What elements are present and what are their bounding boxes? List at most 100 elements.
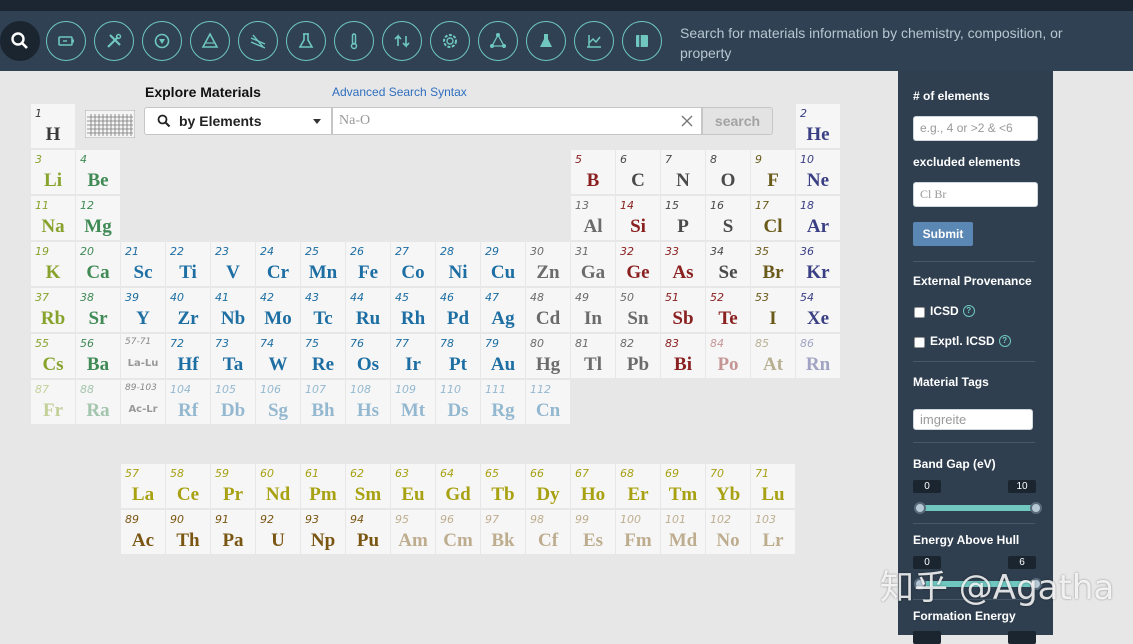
element-sc[interactable]: 21 Sc bbox=[121, 242, 165, 286]
tags-input[interactable]: imgreite bbox=[913, 409, 1033, 430]
element-bh[interactable]: 107 Bh bbox=[301, 380, 345, 424]
element-he[interactable]: 2 He bbox=[796, 104, 840, 148]
element-sr[interactable]: 38 Sr bbox=[76, 288, 120, 332]
element-fm[interactable]: 100 Fm bbox=[616, 510, 660, 554]
search-icon[interactable] bbox=[0, 21, 40, 61]
element-hs[interactable]: 108 Hs bbox=[346, 380, 390, 424]
element-nb[interactable]: 41 Nb bbox=[211, 288, 255, 332]
element-gd[interactable]: 64 Gd bbox=[436, 464, 480, 508]
band-gap-slider[interactable] bbox=[918, 505, 1036, 511]
chart-icon[interactable] bbox=[574, 21, 614, 61]
element-nd[interactable]: 60 Nd bbox=[256, 464, 300, 508]
element-bk[interactable]: 97 Bk bbox=[481, 510, 525, 554]
element-dy[interactable]: 66 Dy bbox=[526, 464, 570, 508]
element-tl[interactable]: 81 Tl bbox=[571, 334, 615, 378]
element-mt[interactable]: 109 Mt bbox=[391, 380, 435, 424]
element-zr[interactable]: 40 Zr bbox=[166, 288, 210, 332]
element-cu[interactable]: 29 Cu bbox=[481, 242, 525, 286]
element-rh[interactable]: 45 Rh bbox=[391, 288, 435, 332]
element-au[interactable]: 79 Au bbox=[481, 334, 525, 378]
element-in[interactable]: 49 In bbox=[571, 288, 615, 332]
element-ds[interactable]: 110 Ds bbox=[436, 380, 480, 424]
periodic-table-mini-icon[interactable] bbox=[85, 110, 135, 138]
element-ru[interactable]: 44 Ru bbox=[346, 288, 390, 332]
element-mg[interactable]: 12 Mg bbox=[76, 196, 120, 240]
element-p[interactable]: 15 P bbox=[661, 196, 705, 240]
element-hf[interactable]: 72 Hf bbox=[166, 334, 210, 378]
tools-icon[interactable] bbox=[94, 21, 134, 61]
num-elements-input[interactable]: e.g., 4 or >2 & <6 bbox=[913, 116, 1038, 141]
element-ir[interactable]: 77 Ir bbox=[391, 334, 435, 378]
element-cd[interactable]: 48 Cd bbox=[526, 288, 570, 332]
element-at[interactable]: 85 At bbox=[751, 334, 795, 378]
element-ce[interactable]: 58 Ce bbox=[166, 464, 210, 508]
book-icon[interactable] bbox=[622, 21, 662, 61]
element-pt[interactable]: 78 Pt bbox=[436, 334, 480, 378]
element-h[interactable]: 1H bbox=[31, 104, 75, 148]
element-ge[interactable]: 32 Ge bbox=[616, 242, 660, 286]
help-icon[interactable]: ? bbox=[998, 335, 1011, 347]
element-b[interactable]: 5B bbox=[571, 150, 615, 194]
element-n[interactable]: 7N bbox=[661, 150, 705, 194]
element-cf[interactable]: 98 Cf bbox=[526, 510, 570, 554]
element-be[interactable]: 4 Be bbox=[76, 150, 120, 194]
element-xe[interactable]: 54 Xe bbox=[796, 288, 840, 332]
element-na[interactable]: 11 Na bbox=[31, 196, 75, 240]
element-er[interactable]: 68 Er bbox=[616, 464, 660, 508]
element-pm[interactable]: 61 Pm bbox=[301, 464, 345, 508]
element-sn[interactable]: 50 Sn bbox=[616, 288, 660, 332]
element-k[interactable]: 19 K bbox=[31, 242, 75, 286]
element-no[interactable]: 102 No bbox=[706, 510, 750, 554]
element-cs[interactable]: 55 Cs bbox=[31, 334, 75, 378]
swap-icon[interactable] bbox=[382, 21, 422, 61]
element-zn[interactable]: 30 Zn bbox=[526, 242, 570, 286]
excluded-elements-input[interactable]: Cl Br bbox=[913, 182, 1038, 207]
element-i[interactable]: 53 I bbox=[751, 288, 795, 332]
band-gap-max-handle[interactable] bbox=[1030, 502, 1042, 514]
search-mode-dropdown[interactable]: by Elements bbox=[144, 107, 332, 135]
element-y[interactable]: 39 Y bbox=[121, 288, 165, 332]
element-se[interactable]: 34 Se bbox=[706, 242, 750, 286]
element-am[interactable]: 95 Am bbox=[391, 510, 435, 554]
prism-icon[interactable] bbox=[190, 21, 230, 61]
element-sb[interactable]: 51 Sb bbox=[661, 288, 705, 332]
element-f[interactable]: 9F bbox=[751, 150, 795, 194]
element-es[interactable]: 99 Es bbox=[571, 510, 615, 554]
element-si[interactable]: 14 Si bbox=[616, 196, 660, 240]
element-rn[interactable]: 86 Rn bbox=[796, 334, 840, 378]
element-s[interactable]: 16 S bbox=[706, 196, 750, 240]
element-ba[interactable]: 56 Ba bbox=[76, 334, 120, 378]
grid-lines-icon[interactable] bbox=[238, 21, 278, 61]
element-kr[interactable]: 36 Kr bbox=[796, 242, 840, 286]
network-icon[interactable] bbox=[478, 21, 518, 61]
element-re[interactable]: 75 Re bbox=[301, 334, 345, 378]
element-ga[interactable]: 31 Ga bbox=[571, 242, 615, 286]
element-tc[interactable]: 43 Tc bbox=[301, 288, 345, 332]
element-np[interactable]: 93 Np bbox=[301, 510, 345, 554]
element-te[interactable]: 52 Te bbox=[706, 288, 750, 332]
element-br[interactable]: 35 Br bbox=[751, 242, 795, 286]
element-ho[interactable]: 67 Ho bbox=[571, 464, 615, 508]
element-ne[interactable]: 10 Ne bbox=[796, 150, 840, 194]
element-th[interactable]: 90 Th bbox=[166, 510, 210, 554]
element-cm[interactable]: 96 Cm bbox=[436, 510, 480, 554]
element-w[interactable]: 74 W bbox=[256, 334, 300, 378]
element-yb[interactable]: 70 Yb bbox=[706, 464, 750, 508]
element-ta[interactable]: 73 Ta bbox=[211, 334, 255, 378]
element-o[interactable]: 8O bbox=[706, 150, 750, 194]
element-ag[interactable]: 47 Ag bbox=[481, 288, 525, 332]
element-os[interactable]: 76 Os bbox=[346, 334, 390, 378]
clear-icon[interactable] bbox=[680, 114, 694, 128]
element-as[interactable]: 33 As bbox=[661, 242, 705, 286]
battery-icon[interactable] bbox=[46, 21, 86, 61]
element-eu[interactable]: 63 Eu bbox=[391, 464, 435, 508]
element-pa[interactable]: 91 Pa bbox=[211, 510, 255, 554]
search-button[interactable]: search bbox=[702, 107, 773, 135]
element-co[interactable]: 27 Co bbox=[391, 242, 435, 286]
element-md[interactable]: 101 Md bbox=[661, 510, 705, 554]
element-la[interactable]: 57 La bbox=[121, 464, 165, 508]
element-cl[interactable]: 17 Cl bbox=[751, 196, 795, 240]
beaker-icon[interactable] bbox=[526, 21, 566, 61]
advanced-search-link[interactable]: Advanced Search Syntax bbox=[332, 85, 467, 99]
element-sm[interactable]: 62 Sm bbox=[346, 464, 390, 508]
